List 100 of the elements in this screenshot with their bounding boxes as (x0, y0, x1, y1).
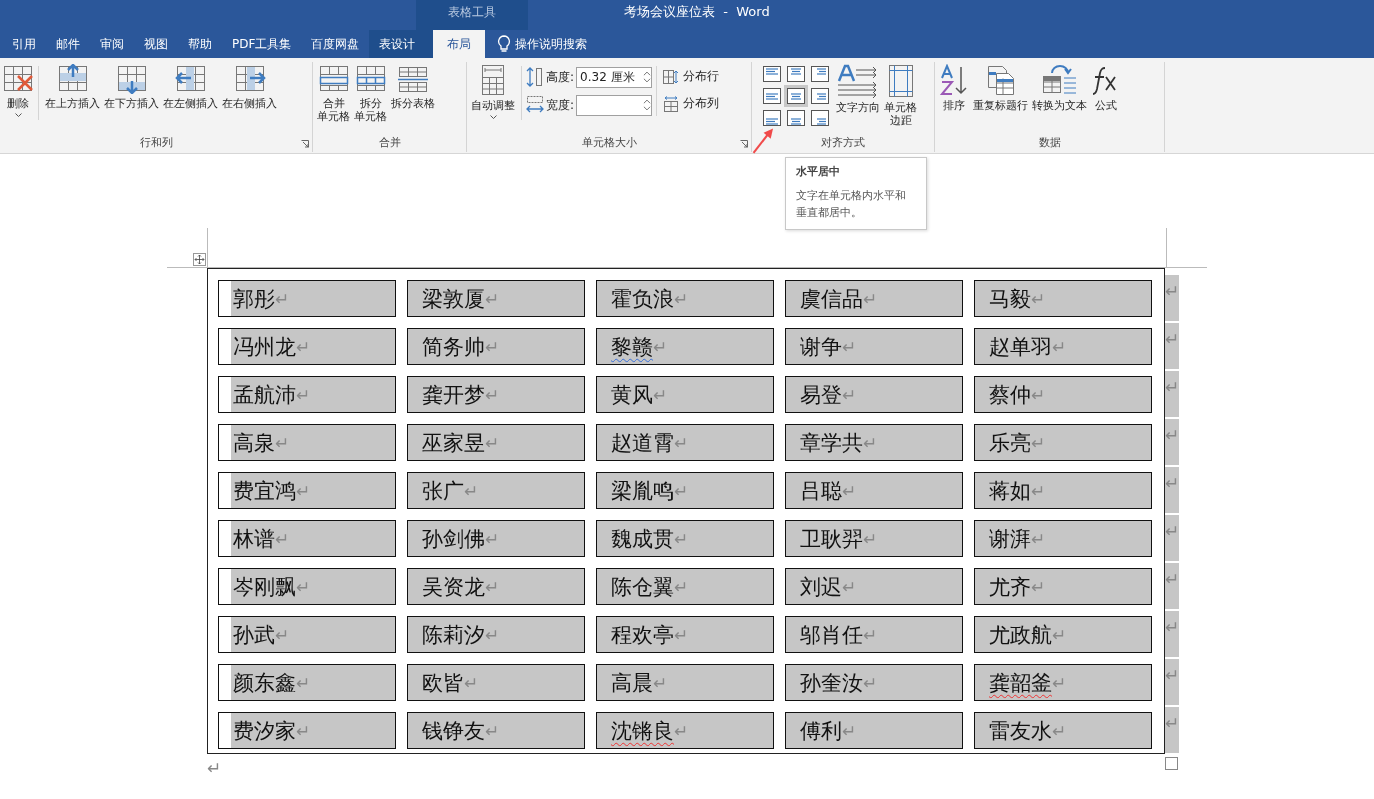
ribbon-tab[interactable]: 审阅 (90, 30, 134, 58)
distribute-columns-icon (663, 95, 680, 112)
table-cell: 尤政航↵ (974, 616, 1152, 653)
context-tab-group-label: 表格工具 (416, 0, 528, 30)
insert-row-above-icon (56, 64, 89, 94)
insert-column-right-icon (233, 64, 266, 94)
height-spinner-field[interactable]: 0.32 厘米 (576, 66, 653, 88)
convert-to-text-icon (1041, 64, 1078, 96)
table-cell: 梁胤鸣↵ (596, 472, 774, 509)
ribbon-tab[interactable]: 布局 (433, 30, 486, 58)
table-cell: 乐亮↵ (974, 424, 1152, 461)
table-cell: 沈锵良↵ (596, 712, 774, 749)
ribbon-button[interactable]: 拆分 单元格 (352, 62, 389, 125)
distribute-columns-button[interactable]: 分布列 (661, 95, 722, 112)
dialog-launcher-icon[interactable] (301, 140, 309, 148)
end-of-row-mark: ↵ (1165, 323, 1179, 369)
end-of-row-mark: ↵ (1165, 707, 1179, 753)
distribute-rows-icon (663, 68, 680, 85)
table-cell: 龚开梦↵ (407, 376, 585, 413)
ribbon-button[interactable]: 重复标题行 (971, 62, 1030, 114)
sort-icon (939, 64, 969, 96)
ribbon-button[interactable]: 公式 (1089, 62, 1123, 114)
align-button[interactable] (784, 107, 808, 129)
table-cell: 梁敦厦↵ (407, 280, 585, 317)
table-cell: 赵道霄↵ (596, 424, 774, 461)
cell-margins-button[interactable]: 单元格 边距 (882, 62, 919, 129)
table-cell: 高晨↵ (596, 664, 774, 701)
align-button[interactable] (808, 107, 832, 129)
tell-me-search-field[interactable]: 操作说明搜索 (513, 36, 628, 52)
align-button[interactable] (808, 63, 832, 85)
ribbon-button[interactable]: 拆分表格 (389, 62, 437, 112)
spinner-arrows-icon[interactable] (643, 70, 652, 84)
ribbon-tab[interactable]: 表设计 (369, 30, 426, 58)
table-cell: 郭彤↵ (218, 280, 396, 317)
ribbon-button[interactable]: 排序 (937, 62, 971, 114)
group-label: 对齐方式 (821, 136, 865, 149)
tooltip-title: 水平居中 (796, 164, 841, 179)
ribbon-button[interactable]: 在下方插入 (102, 62, 161, 112)
table-cell: 龚韶釜↵ (974, 664, 1152, 701)
align-button[interactable] (760, 107, 784, 129)
text-direction-button[interactable]: 文字方向 (834, 62, 882, 116)
ribbon-button[interactable]: 在右侧插入 (220, 62, 279, 112)
table-cell: 黎赣↵ (596, 328, 774, 365)
end-of-row-mark: ↵ (1165, 275, 1179, 321)
table-cell: 张广↵ (407, 472, 585, 509)
group-label: 合并 (378, 136, 401, 149)
dialog-launcher-icon[interactable] (740, 140, 748, 148)
table-cell: 尤齐↵ (974, 568, 1152, 605)
table-cell: 费宜鸿↵ (218, 472, 396, 509)
table-cell: 吕聪↵ (785, 472, 963, 509)
table-delete-icon (2, 64, 34, 94)
align-button[interactable] (784, 85, 808, 107)
table-cell: 费汐家↵ (218, 712, 396, 749)
dropdown-caret-icon (489, 115, 497, 119)
ribbon-button[interactable]: 合并 单元格 (315, 62, 352, 125)
align-button[interactable] (760, 85, 784, 107)
cell-margins-icon (887, 64, 914, 98)
table-cell: 傅利↵ (785, 712, 963, 749)
table-cell: 章学共↵ (785, 424, 963, 461)
end-of-row-mark: ↵ (1165, 419, 1179, 465)
table-cell: 林谱↵ (218, 520, 396, 557)
ribbon-tab[interactable]: PDF工具集 (222, 30, 302, 58)
move-handle-icon[interactable] (193, 253, 206, 266)
ribbon-tab[interactable]: 视图 (134, 30, 178, 58)
distribute-rows-button[interactable]: 分布行 (661, 68, 722, 85)
arrow-annotation (752, 128, 774, 154)
end-of-row-mark: ↵ (1165, 371, 1179, 417)
table-cell: 孙剑佛↵ (407, 520, 585, 557)
width-spinner-field[interactable] (576, 94, 653, 116)
table-cell: 孟航沛↵ (218, 376, 396, 413)
table-cell: 孙奎汝↵ (785, 664, 963, 701)
ribbon-button[interactable]: 在左侧插入 (161, 62, 220, 112)
table-resize-handle[interactable] (1165, 757, 1178, 770)
ribbon-button[interactable]: 删除 (2, 62, 34, 119)
align-button[interactable] (784, 63, 808, 85)
end-of-row-mark: ↵ (1165, 515, 1179, 561)
ribbon-tab[interactable]: 百度网盘 (301, 30, 370, 58)
align-button[interactable] (808, 85, 832, 107)
lightbulb-icon (497, 35, 512, 53)
ribbon-tab[interactable]: 帮助 (178, 30, 222, 58)
table-cell: 易登↵ (785, 376, 963, 413)
table-cell: 陈莉汐↵ (407, 616, 585, 653)
repeat-header-rows-icon (985, 64, 1016, 96)
group-label: 数据 (1038, 136, 1061, 149)
autofit-button[interactable]: 自动调整 (469, 62, 517, 121)
ribbon-button[interactable]: 转换为文本 (1030, 62, 1089, 114)
table-cell: 赵单羽↵ (974, 328, 1152, 365)
split-cells-icon (354, 64, 387, 94)
ribbon-tab[interactable]: 引用 (2, 30, 46, 58)
ribbon-button[interactable]: 在上方插入 (43, 62, 102, 112)
align-button[interactable] (760, 63, 784, 85)
table-cell: 雷友水↵ (974, 712, 1152, 749)
table-cell: 魏成贯↵ (596, 520, 774, 557)
table-cell: 孙武↵ (218, 616, 396, 653)
table-cell: 陈仓翼↵ (596, 568, 774, 605)
insert-row-below-icon (115, 64, 148, 94)
table-cell: 冯州龙↵ (218, 328, 396, 365)
spinner-arrows-icon[interactable] (643, 98, 652, 112)
end-of-row-mark: ↵ (1165, 659, 1179, 705)
ribbon-tab[interactable]: 邮件 (46, 30, 90, 58)
